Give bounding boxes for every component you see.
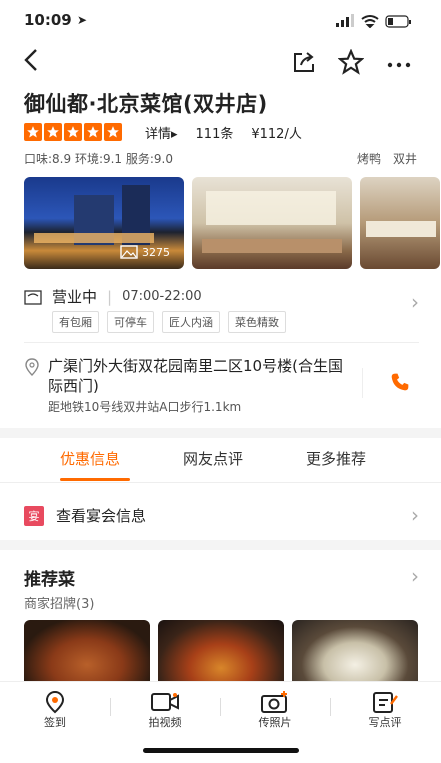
location-arrow-icon: ➤	[77, 13, 88, 27]
feature-pill: 匠人内涵	[162, 311, 220, 333]
photo-tables[interactable]	[360, 177, 440, 269]
section-gap	[0, 428, 441, 438]
call-button[interactable]	[390, 372, 410, 396]
divider-line	[24, 342, 419, 343]
active-tab-indicator	[60, 478, 130, 481]
price-per-person: ¥112/人	[251, 127, 302, 142]
divider-line	[0, 482, 441, 483]
location-pin-icon	[25, 358, 39, 376]
business-hours-row[interactable]: 营业中 | 07:00-22:00	[24, 286, 202, 307]
sub-scores: 口味:8.9 环境:9.1 服务:9.0	[24, 152, 174, 166]
section-gap	[0, 540, 441, 550]
home-indicator	[143, 748, 299, 753]
feature-pill: 菜色精致	[228, 311, 286, 333]
detail-link[interactable]: 详情▸	[145, 123, 178, 142]
banquet-chevron-icon[interactable]: ›	[411, 503, 419, 527]
feature-pills: 有包厢 可停车 匠人内涵 菜色精致	[52, 311, 286, 333]
star-icon	[104, 123, 122, 141]
phone-icon	[391, 373, 409, 391]
status-bar: 10:09 ➤	[0, 0, 441, 44]
video-button[interactable]: 拍视频	[110, 690, 220, 730]
review-count: 111条	[195, 127, 234, 142]
rating-stars	[24, 123, 122, 141]
star-icon	[24, 123, 42, 141]
calendar-icon	[24, 289, 42, 305]
rating-meta: 详情▸ 111条 ¥112/人	[145, 123, 302, 142]
image-icon	[120, 245, 138, 259]
feature-pill: 可停车	[107, 311, 154, 333]
check-in-button[interactable]: 签到	[0, 690, 110, 730]
video-icon	[151, 693, 179, 711]
upload-photo-button[interactable]: 传照片	[220, 690, 330, 730]
write-review-button[interactable]: 写点评	[330, 690, 440, 730]
content-tabs: 优惠信息 网友点评 更多推荐	[0, 448, 441, 482]
back-arrow-icon	[24, 49, 37, 71]
star-icon	[64, 123, 82, 141]
dish-soup[interactable]	[292, 620, 418, 684]
photo-exterior[interactable]: 3275	[24, 177, 184, 269]
dish-strip[interactable]	[24, 620, 418, 684]
photo-strip[interactable]: 3275	[24, 177, 440, 269]
photo-count-badge: 3275	[120, 245, 170, 259]
tab-reviews[interactable]: 网友点评	[183, 448, 243, 469]
hours-chevron-icon[interactable]: ›	[411, 290, 419, 314]
tag-area[interactable]: 双井	[393, 150, 417, 167]
subway-distance: 距地铁10号线双井站A口步行1.1km	[48, 400, 242, 414]
edit-icon	[373, 692, 398, 713]
recommend-subtitle: 商家招牌(3)	[24, 597, 95, 612]
more-dots-icon	[387, 62, 411, 68]
share-button[interactable]	[292, 50, 316, 78]
share-icon	[294, 52, 314, 72]
tab-more-recommend[interactable]: 更多推荐	[306, 448, 366, 469]
hours-range: 07:00-22:00	[122, 289, 202, 304]
restaurant-name: 御仙都·北京菜馆(双井店)	[24, 92, 268, 116]
divider-vertical	[362, 368, 363, 398]
banquet-info-row[interactable]: 宴 查看宴会信息	[24, 505, 146, 526]
dish-roast-duck[interactable]	[24, 620, 150, 684]
separator: |	[107, 287, 113, 306]
tab-deals[interactable]: 优惠信息	[60, 448, 120, 469]
camera-plus-icon	[261, 691, 287, 713]
feature-pill: 有包厢	[52, 311, 99, 333]
back-button[interactable]	[22, 48, 40, 78]
more-button[interactable]	[387, 55, 411, 74]
recommend-title: 推荐菜	[24, 570, 75, 590]
favorite-button[interactable]	[337, 48, 365, 79]
location-pin-icon	[45, 690, 65, 714]
star-icon	[84, 123, 102, 141]
recommend-chevron-icon[interactable]: ›	[411, 564, 419, 588]
star-outline-icon	[337, 48, 365, 75]
open-status: 营业中	[52, 288, 98, 306]
star-icon	[44, 123, 62, 141]
photo-dining-hall[interactable]	[192, 177, 352, 269]
status-time: 10:09	[24, 11, 72, 29]
dish-spicy-fish[interactable]	[158, 620, 284, 684]
tag-roast-duck[interactable]: 烤鸭	[357, 150, 381, 167]
category-tags: 烤鸭 双井	[357, 150, 417, 167]
section-gap	[0, 276, 441, 280]
signal-wifi-battery-icon	[336, 14, 411, 28]
banquet-label: 查看宴会信息	[56, 507, 147, 525]
banquet-badge: 宴	[24, 505, 44, 526]
address-text[interactable]: 广渠门外大街双花园南里二区10号楼(合生国际西门)	[48, 356, 348, 396]
